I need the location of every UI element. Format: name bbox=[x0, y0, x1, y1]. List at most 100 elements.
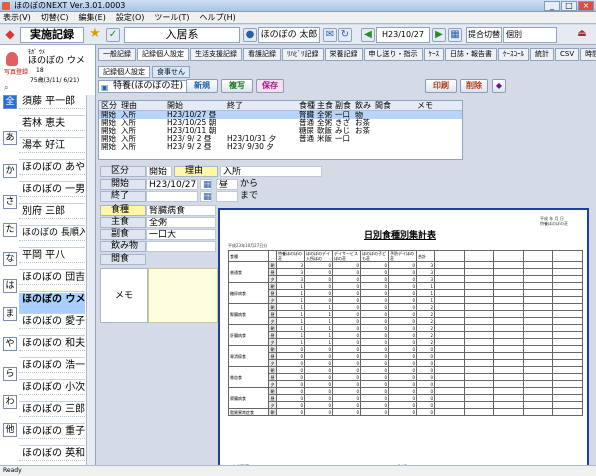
table-row[interactable]: 開始 入所 H23/10/25 朝普通 全粥 きざ お茶 bbox=[99, 119, 462, 127]
menu-settings[interactable]: 設定(O) bbox=[116, 12, 145, 23]
tab-personal-settings[interactable]: 記録個人設定 bbox=[137, 48, 189, 61]
user-icon: ● bbox=[243, 28, 257, 42]
tab-handover[interactable]: 申し送り・指示 bbox=[363, 48, 423, 61]
staple-field[interactable]: 全粥 bbox=[146, 217, 216, 228]
delete-button[interactable]: 削除 bbox=[460, 79, 488, 93]
maximize-button[interactable]: □ bbox=[561, 1, 577, 11]
start-label: 開始 bbox=[100, 179, 146, 190]
report-section-name: 普通食 bbox=[228, 261, 269, 283]
patient-item[interactable]: ほのぼの 一男 bbox=[19, 183, 85, 204]
tab-nursing[interactable]: 看護記録 bbox=[243, 48, 281, 61]
patient-item[interactable]: ほのぼの 愛子 bbox=[19, 315, 85, 336]
patient-item[interactable]: ほのぼの 重子 bbox=[19, 425, 85, 446]
kana-tab-na[interactable]: な bbox=[3, 252, 17, 266]
refresh-icon[interactable]: ↻ bbox=[338, 28, 352, 42]
patient-item[interactable]: 若林 恵夫 bbox=[19, 117, 85, 138]
department-field[interactable]: 入居系 bbox=[124, 27, 240, 43]
memo-textarea[interactable] bbox=[148, 268, 218, 323]
search-icon[interactable]: ⌕ bbox=[4, 83, 8, 93]
patient-item-selected[interactable]: ほのぼの ウメ bbox=[19, 293, 85, 314]
calendar-icon[interactable]: ▦ bbox=[200, 179, 212, 190]
home-icon[interactable]: ◆ bbox=[3, 28, 17, 42]
patient-item[interactable]: 須藤 平一郎 bbox=[19, 95, 85, 116]
kana-tab-a[interactable]: あ bbox=[3, 131, 17, 145]
patient-item[interactable]: 平岡 平八 bbox=[19, 249, 85, 270]
patient-item[interactable]: ほのぼの 三郎 bbox=[19, 403, 85, 424]
patient-item[interactable]: 別府 三郎 bbox=[19, 205, 85, 226]
tab-case[interactable]: ｹｰｽ bbox=[423, 48, 444, 61]
tab-csv[interactable]: CSV bbox=[555, 48, 580, 61]
kana-tab-ha[interactable]: は bbox=[3, 279, 17, 293]
start-date-field[interactable]: H23/10/27 bbox=[146, 179, 198, 190]
calendar-icon[interactable]: ▦ bbox=[200, 191, 212, 202]
patient-item[interactable]: ほのぼの 浩一郎 bbox=[19, 359, 85, 380]
mail-icon[interactable]: ✉ bbox=[323, 28, 337, 42]
table-row[interactable]: 開始 入所 H23/10/27 昼腎臓 全粥 一口 bbox=[99, 111, 462, 119]
kana-tab-ra[interactable]: ら bbox=[3, 367, 17, 381]
date-field[interactable]: H23/10/27 bbox=[376, 27, 430, 43]
prev-date-icon[interactable]: ◀ bbox=[361, 28, 375, 42]
close-panel-icon[interactable]: ◆ bbox=[492, 79, 506, 93]
patient-item[interactable]: 湯本 好江 bbox=[19, 139, 85, 160]
tab-nutrition[interactable]: 栄養記録 bbox=[324, 48, 363, 61]
tab-case-call[interactable]: ｹｰｽｺｰﾙ bbox=[498, 48, 529, 61]
menu-help[interactable]: ヘルプ(H) bbox=[200, 12, 236, 23]
tab-timeline[interactable]: 時間軸記録 bbox=[580, 48, 596, 61]
facility-select[interactable]: ▣ 特養(ほのぼの荘) bbox=[98, 80, 194, 93]
patient-item[interactable]: ほのぼの 長順入所 bbox=[19, 227, 85, 248]
kana-tab-other[interactable]: 他 bbox=[3, 423, 17, 437]
new-button[interactable]: 新規 bbox=[186, 79, 218, 93]
copy-button[interactable]: 複写 bbox=[221, 79, 253, 93]
save-button[interactable]: 保存 bbox=[256, 79, 284, 93]
meal-type-field[interactable]: 腎臓病食 bbox=[146, 205, 216, 216]
subtab-personal-settings[interactable]: 記録個人設定 bbox=[98, 66, 150, 78]
patient-item[interactable]: ほのぼの 団吉 bbox=[19, 271, 85, 292]
tab-general[interactable]: 一般記録 bbox=[98, 48, 136, 61]
patient-item[interactable]: ほのぼの 小次郎 bbox=[19, 381, 85, 402]
menu-tools[interactable]: ツール(T) bbox=[154, 12, 189, 23]
subtab-meal-ticket[interactable]: 食事せん bbox=[152, 66, 190, 78]
end-meal-select[interactable] bbox=[216, 191, 238, 202]
side-field[interactable]: 一口大 bbox=[146, 229, 216, 240]
exit-icon[interactable]: ⏏ bbox=[575, 28, 589, 42]
print-button[interactable]: 印刷 bbox=[425, 79, 457, 93]
calendar-icon[interactable]: ▦ bbox=[448, 28, 462, 42]
table-cell: 開始 bbox=[101, 142, 116, 151]
drink-field[interactable] bbox=[146, 241, 216, 252]
menu-switch[interactable]: 切替(C) bbox=[41, 12, 69, 23]
table-row[interactable]: 開始 入所 H23/10/11 朝糖尿 軟飯 みじ お茶 bbox=[99, 127, 462, 135]
patient-item[interactable]: ほのぼの あやこ bbox=[19, 161, 85, 182]
start-meal-select[interactable]: 昼 bbox=[216, 179, 238, 190]
star-icon[interactable]: ★ bbox=[88, 27, 102, 42]
close-button[interactable]: × bbox=[578, 1, 594, 11]
menu-view[interactable]: 表示(V) bbox=[3, 12, 31, 23]
table-row[interactable]: 開始 入所 H23/ 9/ 2 昼 H23/ 9/30 夕 bbox=[99, 143, 462, 151]
kana-tab-ta[interactable]: た bbox=[3, 223, 17, 237]
tab-stats[interactable]: 統計 bbox=[530, 48, 554, 61]
kana-tab-all[interactable]: 全 bbox=[3, 95, 17, 109]
record-type-label[interactable]: 実施記録 bbox=[20, 27, 84, 43]
table-row[interactable]: 開始 入所 H23/ 9/ 2 昼 H23/10/31 夕普通 米飯 一口 bbox=[99, 135, 462, 143]
tab-rehab[interactable]: ﾘﾊﾋﾞﾘ記録 bbox=[282, 48, 324, 61]
kana-tab-ka[interactable]: か bbox=[3, 164, 17, 178]
next-date-icon[interactable]: ▶ bbox=[432, 28, 446, 42]
tab-diary[interactable]: 日誌・報告書 bbox=[445, 48, 497, 61]
tab-life-support[interactable]: 生活支援記録 bbox=[190, 48, 242, 61]
kana-tab-wa[interactable]: わ bbox=[3, 395, 17, 409]
patient-list-scrollbar[interactable] bbox=[86, 95, 95, 465]
report-cell: 朝 bbox=[268, 303, 277, 311]
kana-tab-ma[interactable]: ま bbox=[3, 307, 17, 321]
minimize-button[interactable]: _ bbox=[544, 1, 560, 11]
menu-edit[interactable]: 編集(E) bbox=[79, 12, 106, 23]
patient-item[interactable]: ほのぼの 和夫 bbox=[19, 337, 85, 358]
kubun-value[interactable]: 開始 bbox=[146, 166, 172, 177]
end-date-field[interactable] bbox=[146, 191, 198, 202]
switch-select[interactable]: 個別 bbox=[503, 27, 557, 43]
check-icon[interactable]: ✓ bbox=[106, 28, 120, 42]
resident-photo[interactable] bbox=[6, 52, 18, 66]
reason-select[interactable]: 入所 bbox=[220, 166, 322, 177]
report-cell: 0 bbox=[332, 296, 361, 304]
kana-tab-ya[interactable]: や bbox=[3, 337, 17, 351]
photo-register-label[interactable]: 写真登録 bbox=[4, 67, 28, 76]
kana-tab-sa[interactable]: さ bbox=[3, 195, 17, 209]
